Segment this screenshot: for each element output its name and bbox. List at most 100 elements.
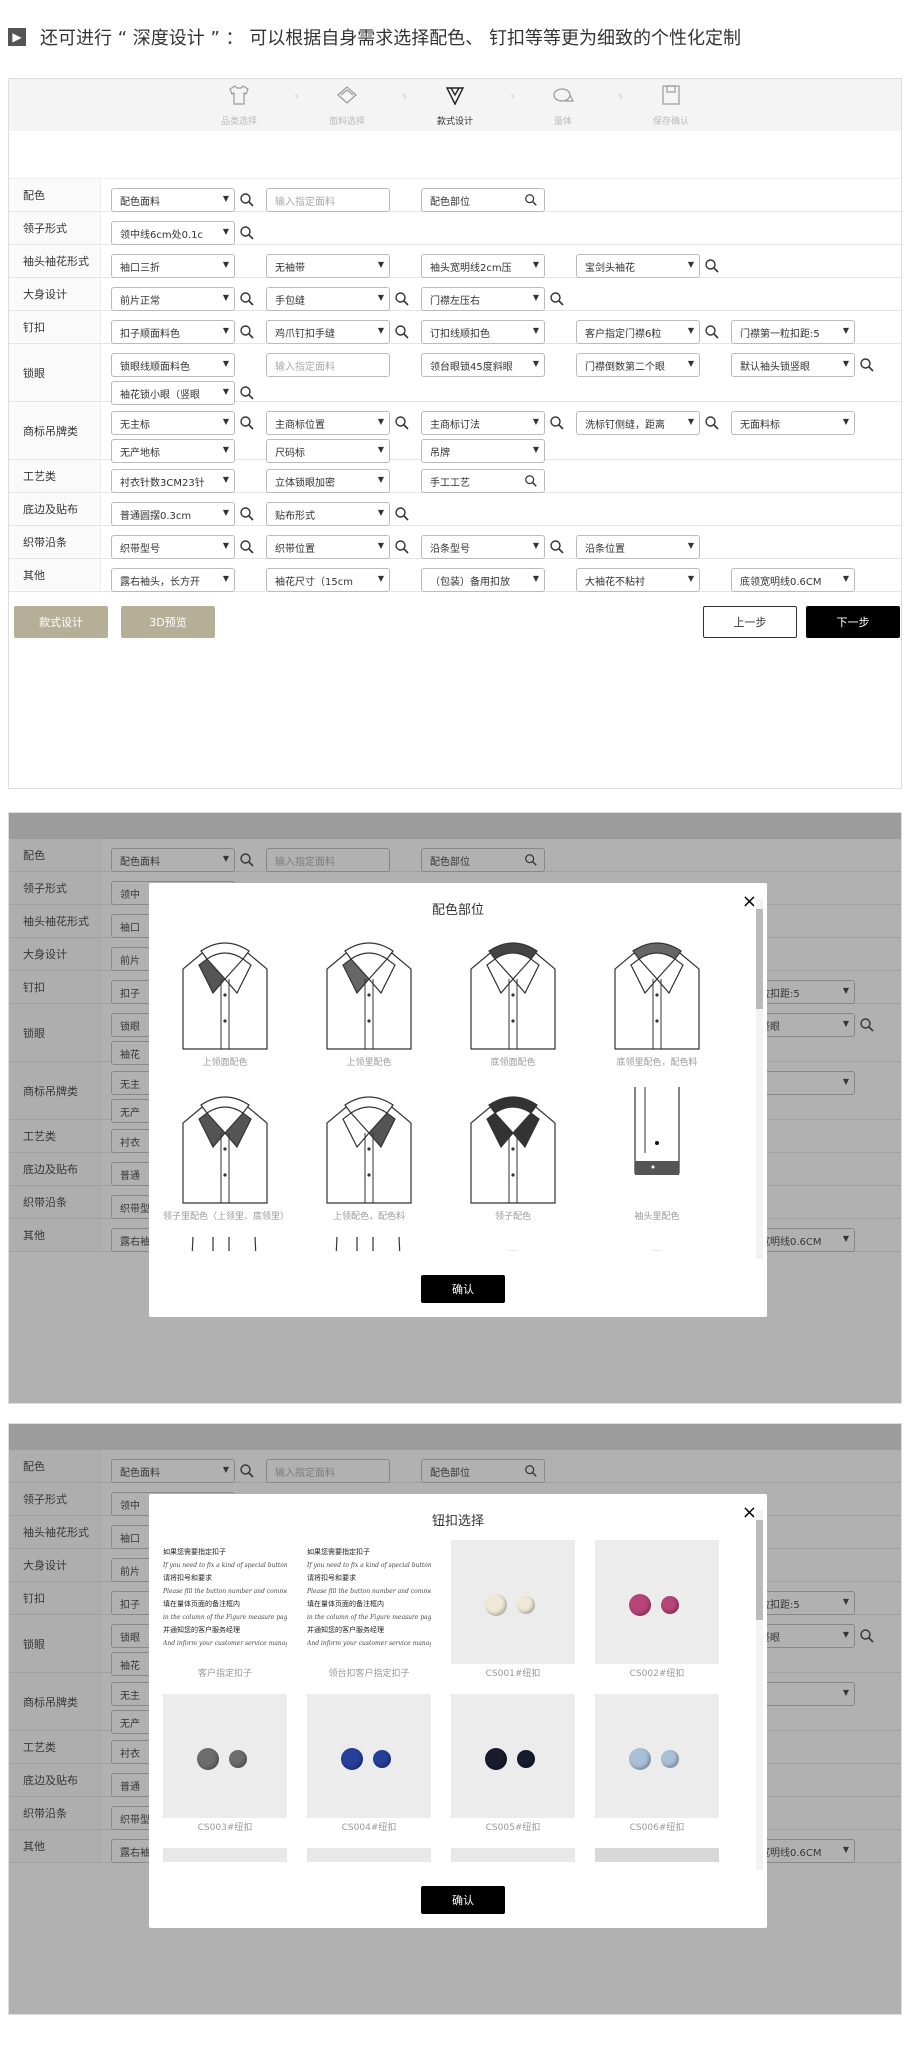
search-icon[interactable]	[394, 415, 410, 431]
close-icon[interactable]: ×	[742, 891, 757, 912]
color-part-option[interactable]	[163, 1237, 287, 1251]
color-part-option[interactable]	[307, 1237, 431, 1251]
modal-scrollbar[interactable]	[756, 899, 763, 1259]
color-part-option[interactable]: 领子配色	[451, 1083, 575, 1237]
search-icon[interactable]	[239, 385, 255, 401]
close-icon[interactable]: ×	[742, 1502, 757, 1523]
button-option[interactable]: CS005#纽扣	[451, 1694, 575, 1848]
button-option[interactable]	[163, 1848, 287, 1862]
dropdown-select[interactable]: 门襟倒数第二个眼 ▼	[576, 353, 700, 377]
next-step-button[interactable]: 下一步	[806, 606, 900, 638]
dropdown-select[interactable]: 袖口三折 ▼	[111, 254, 235, 278]
dropdown-select[interactable]: 普通圆摆0.3cm ▼	[111, 502, 235, 526]
search-icon[interactable]	[549, 539, 565, 555]
dropdown-select[interactable]: 扣子顺面料色 ▼	[111, 320, 235, 344]
search-icon[interactable]	[704, 324, 720, 340]
search-icon[interactable]	[239, 539, 255, 555]
search-icon[interactable]	[239, 415, 255, 431]
color-part-option[interactable]	[451, 1237, 575, 1251]
dropdown-select[interactable]: 主商标位置 ▼	[266, 411, 390, 435]
color-part-option[interactable]: 上领配色，配色料	[307, 1083, 431, 1237]
dropdown-select[interactable]: 配色面料 ▼	[111, 188, 235, 212]
dropdown-select[interactable]: 无面料标 ▼	[731, 411, 855, 435]
dropdown-select[interactable]: 织带型号 ▼	[111, 535, 235, 559]
button-option[interactable]: CS004#纽扣	[307, 1694, 431, 1848]
dropdown-select[interactable]: 底领宽明线0.6CM ▼	[731, 568, 855, 592]
search-icon[interactable]	[524, 474, 538, 488]
confirm-button[interactable]: 确认	[421, 1275, 505, 1303]
button-option[interactable]: 如果您需要指定扣子 If you need to fix a kind of sp…	[307, 1540, 431, 1694]
dropdown-select[interactable]: 贴布形式 ▼	[266, 502, 390, 526]
button-option[interactable]	[451, 1848, 575, 1862]
search-icon[interactable]	[394, 506, 410, 522]
dropdown-select[interactable]: 立体锁眼加密 ▼	[266, 469, 390, 493]
step-shirt[interactable]: 品类选择 ›	[195, 83, 299, 131]
button-option[interactable]: CS001#纽扣	[451, 1540, 575, 1694]
search-icon[interactable]	[239, 506, 255, 522]
dropdown-select[interactable]: 主商标订法 ▼	[421, 411, 545, 435]
dropdown-select[interactable]: 手包缝 ▼	[266, 287, 390, 311]
color-part-option[interactable]: 底领面配色	[451, 929, 575, 1083]
dropdown-select[interactable]: （包装）备用扣放 ▼	[421, 568, 545, 592]
dropdown-select[interactable]: 前片正常 ▼	[111, 287, 235, 311]
search-field[interactable]: 手工工艺	[421, 469, 545, 493]
dropdown-select[interactable]: 沿条型号 ▼	[421, 535, 545, 559]
dropdown-select[interactable]: 织带位置 ▼	[266, 535, 390, 559]
dropdown-select[interactable]: 锁眼线顺面料色 ▼	[111, 353, 235, 377]
search-icon[interactable]	[859, 357, 875, 373]
color-part-option[interactable]: 上领面配色	[163, 929, 287, 1083]
step-save[interactable]: 保存确认	[627, 83, 715, 131]
dropdown-select[interactable]: 客户指定门襟6粒 ▼	[576, 320, 700, 344]
fabric-input[interactable]: 输入指定面料	[266, 353, 390, 377]
dropdown-select[interactable]: 默认袖头锁竖眼 ▼	[731, 353, 855, 377]
button-option[interactable]: CS006#纽扣	[595, 1694, 719, 1848]
fabric-input[interactable]: 输入指定面料	[266, 188, 390, 212]
color-part-option[interactable]	[595, 1237, 719, 1251]
search-icon[interactable]	[239, 225, 255, 241]
search-icon[interactable]	[524, 193, 538, 207]
step-style[interactable]: 款式设计 ›	[411, 83, 515, 131]
dropdown-select[interactable]: 领台眼锁45度斜眼 ▼	[421, 353, 545, 377]
dropdown-select[interactable]: 领中线6cm处0.1c ▼	[111, 221, 235, 245]
dropdown-select[interactable]: 无袖带 ▼	[266, 254, 390, 278]
dropdown-select[interactable]: 订扣线顺扣色 ▼	[421, 320, 545, 344]
color-part-option[interactable]: 袖头里配色	[595, 1083, 719, 1237]
dropdown-select[interactable]: 大袖花不粘衬 ▼	[576, 568, 700, 592]
button-option[interactable]: CS002#纽扣	[595, 1540, 719, 1694]
modal-scrollbar[interactable]	[756, 1510, 763, 1870]
button-option[interactable]	[595, 1848, 719, 1862]
step-fabric[interactable]: 面料选择 ›	[303, 83, 407, 131]
search-icon[interactable]	[239, 192, 255, 208]
search-icon[interactable]	[394, 539, 410, 555]
dropdown-select[interactable]: 门襟第一粒扣距:5 ▼	[731, 320, 855, 344]
search-icon[interactable]	[549, 291, 565, 307]
dropdown-select[interactable]: 沿条位置 ▼	[576, 535, 700, 559]
color-part-option[interactable]: 领子里配色（上领里、底领里）	[163, 1083, 289, 1237]
dropdown-select[interactable]: 袖花尺寸（15cm ▼	[266, 568, 390, 592]
preview-3d-button[interactable]: 3D预览	[121, 606, 215, 638]
step-tape-measure[interactable]: 量体 ›	[519, 83, 623, 131]
dropdown-select[interactable]: 衬衣针数3CM23针 ▼	[111, 469, 235, 493]
button-option[interactable]: CS003#纽扣	[163, 1694, 287, 1848]
dropdown-select[interactable]: 袖头宽明线2cm压 ▼	[421, 254, 545, 278]
dropdown-select[interactable]: 露右袖头，长方开 ▼	[111, 568, 235, 592]
style-design-button[interactable]: 款式设计	[14, 606, 108, 638]
confirm-button[interactable]: 确认	[421, 1886, 505, 1914]
search-icon[interactable]	[239, 291, 255, 307]
dropdown-select[interactable]: 无主标 ▼	[111, 411, 235, 435]
search-icon[interactable]	[704, 258, 720, 274]
search-icon[interactable]	[239, 324, 255, 340]
button-option[interactable]: 如果您需要指定扣子 If you need to fix a kind of sp…	[163, 1540, 287, 1694]
dropdown-select[interactable]: 洗标钉侧缝，距离 ▼	[576, 411, 700, 435]
prev-step-button[interactable]: 上一步	[703, 606, 797, 638]
dropdown-select[interactable]: 鸡爪钉扣手缝 ▼	[266, 320, 390, 344]
search-icon[interactable]	[549, 415, 565, 431]
dropdown-select[interactable]: 宝剑头袖花 ▼	[576, 254, 700, 278]
search-icon[interactable]	[394, 324, 410, 340]
dropdown-select[interactable]: 门襟左压右 ▼	[421, 287, 545, 311]
search-icon[interactable]	[394, 291, 410, 307]
color-part-option[interactable]: 底领里配色，配色料	[595, 929, 719, 1083]
button-option[interactable]	[307, 1848, 431, 1862]
search-icon[interactable]	[704, 415, 720, 431]
color-part-option[interactable]: 上领里配色	[307, 929, 431, 1083]
